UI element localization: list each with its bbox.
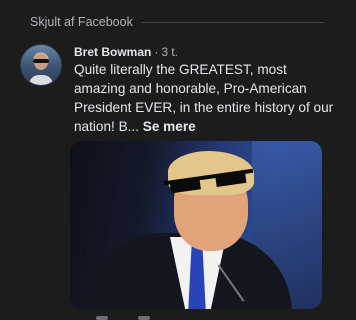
post-header: Bret Bowman · 3 t. xyxy=(74,45,178,59)
post-image[interactable] xyxy=(70,141,322,309)
see-more-link[interactable]: Se mere xyxy=(143,119,196,134)
post-text: Quite literally the GREATEST, most amazi… xyxy=(74,60,336,136)
author-name[interactable]: Bret Bowman xyxy=(74,45,151,59)
timestamp[interactable]: 3 t. xyxy=(161,45,178,59)
divider xyxy=(140,21,324,23)
post-actions xyxy=(96,316,216,320)
separator: · xyxy=(154,45,159,59)
post-body: Quite literally the GREATEST, most amazi… xyxy=(74,62,334,134)
like-icon[interactable] xyxy=(96,316,108,320)
comment-icon[interactable] xyxy=(138,316,150,320)
hidden-by-facebook-label: Skjult af Facebook xyxy=(30,15,133,29)
avatar[interactable] xyxy=(20,44,62,86)
hidden-notice: Skjult af Facebook xyxy=(30,14,324,30)
